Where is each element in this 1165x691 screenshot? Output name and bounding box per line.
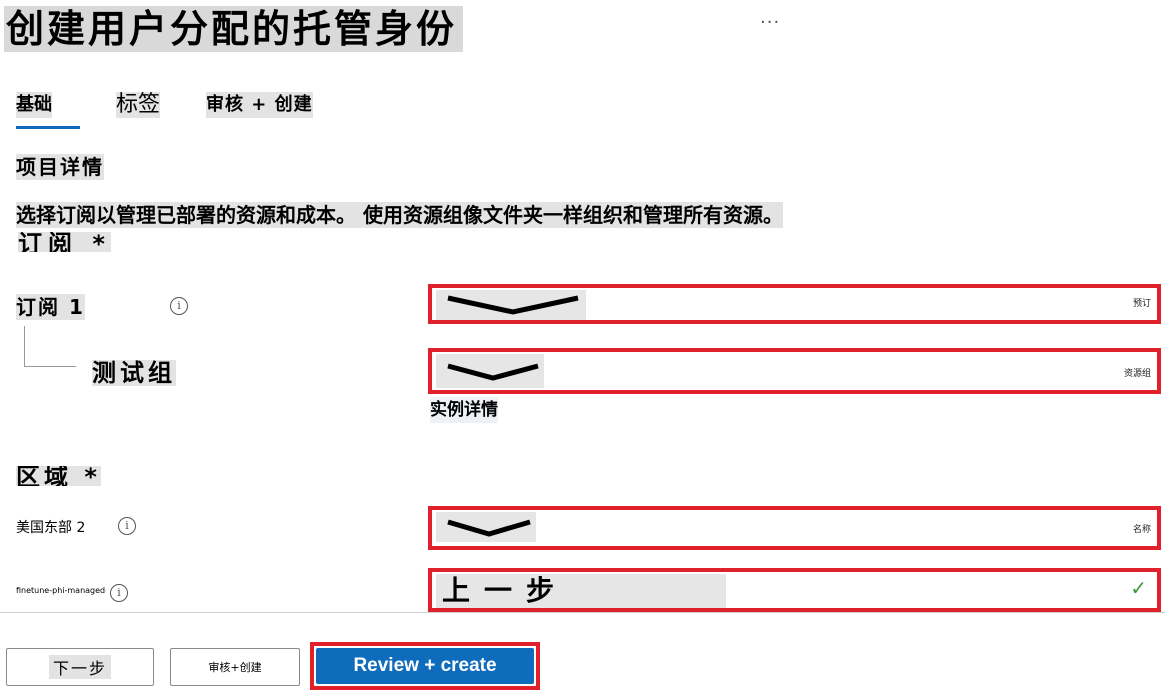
subscription-value: 预订 <box>1132 299 1151 309</box>
region-value: 名称 <box>1132 525 1151 535</box>
name-info-icon[interactable]: i <box>110 584 128 602</box>
region-info-icon[interactable]: i <box>118 517 136 535</box>
next-button[interactable]: 下一步 <box>6 648 154 686</box>
subscription-dropdown-mask <box>436 290 586 320</box>
subscription-label: 订阅 1 <box>16 294 85 320</box>
tab-basics[interactable]: 基础 <box>16 92 52 118</box>
footer-divider <box>0 612 1165 613</box>
subscription-heading: 订阅 * <box>18 232 111 252</box>
project-description: 选择订阅以管理已部署的资源和成本。 使用资源组像文件夹一样组织和管理所有资源。 <box>16 202 783 228</box>
tab-tags[interactable]: 标签 <box>116 92 161 118</box>
instance-details-heading: 实例详情 <box>430 397 498 423</box>
review-create-label: Review + create <box>353 655 497 676</box>
resource-group-label: 测试组 <box>92 359 176 387</box>
next-button-label: 下一步 <box>48 655 111 679</box>
chevron-down-icon <box>447 363 539 381</box>
page-title: 创建用户分配的托管身份 <box>4 6 464 52</box>
more-options-icon[interactable]: ··· <box>760 12 780 33</box>
tree-connector <box>24 326 25 366</box>
subscription-dropdown[interactable]: 预订 <box>428 284 1161 324</box>
region-dropdown[interactable]: 名称 <box>428 506 1161 550</box>
resource-group-dropdown-mask <box>436 354 544 388</box>
name-label: finetune-phi-managed-identity <box>16 586 106 595</box>
review-create-secondary-label: 审核+创建 <box>208 661 262 674</box>
tab-review-create[interactable]: 审核 + 创建 <box>206 92 313 118</box>
name-input-value: 上一步 <box>436 574 726 608</box>
review-create-secondary-button[interactable]: 审核+创建 <box>170 648 300 686</box>
chevron-down-icon <box>447 519 531 537</box>
review-create-button[interactable]: Review + create <box>316 648 534 684</box>
resource-group-value: 资源组 <box>1123 369 1151 379</box>
checkmark-icon: ✓ <box>1130 576 1147 600</box>
region-dropdown-mask <box>436 512 536 542</box>
region-heading: 区域 * <box>16 466 101 486</box>
tab-active-indicator <box>16 126 80 129</box>
region-label: 美国东部 2 <box>16 520 86 536</box>
project-details-heading: 项目详情 <box>16 154 104 180</box>
chevron-down-icon <box>447 295 579 315</box>
subscription-info-icon[interactable]: i <box>170 297 188 315</box>
name-input[interactable]: 上一步 ✓ <box>428 568 1161 612</box>
resource-group-dropdown[interactable]: 资源组 <box>428 348 1161 394</box>
tree-connector-horizontal <box>24 366 76 367</box>
